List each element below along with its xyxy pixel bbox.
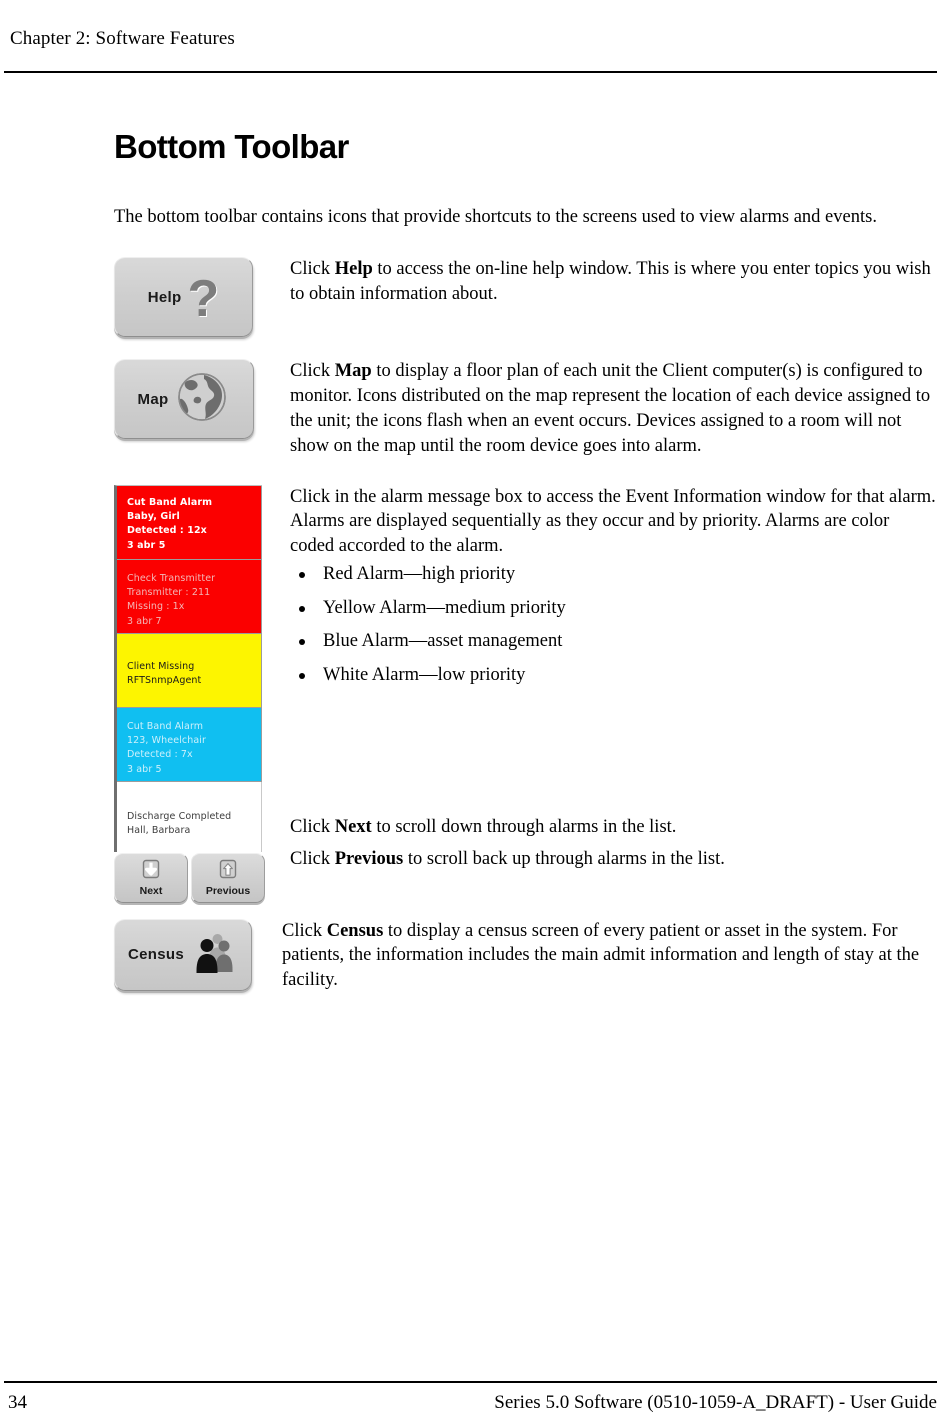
map-button[interactable]: Map <box>114 359 254 440</box>
map-description: Click Map to display a floor plan of eac… <box>290 359 938 459</box>
help-button[interactable]: Help ? <box>114 257 253 338</box>
header-divider <box>4 71 937 73</box>
help-desc-prefix: Click <box>290 259 335 280</box>
alarm-row: Cut Band Alarm Baby, Girl Detected : 12x… <box>114 484 938 903</box>
census-desc-bold: Census <box>326 920 384 941</box>
globe-icon <box>174 369 230 430</box>
chapter-label: Chapter 2: Software Features <box>10 28 235 49</box>
legend-label: Red Alarm—high priority <box>323 564 516 585</box>
alarm-line: Baby, Girl <box>127 510 180 522</box>
alarm-line: Client Missing <box>127 660 195 672</box>
alarm-figure-cell: Cut Band Alarm Baby, Girl Detected : 12x… <box>114 484 290 903</box>
next-desc-bold: Next <box>334 817 372 838</box>
alarm-message-list[interactable]: Cut Band Alarm Baby, Girl Detected : 12x… <box>114 484 262 852</box>
help-figure-cell: Help ? <box>114 257 290 338</box>
list-item: Yellow Alarm—medium priority <box>290 597 938 618</box>
arrow-up-icon <box>218 859 238 884</box>
legend-label: White Alarm—low priority <box>323 664 526 685</box>
map-figure-cell: Map <box>114 359 290 440</box>
alarm-line: Missing : 1x <box>127 601 185 613</box>
page-footer: 34 Series 5.0 Software (0510-1059-A_DRAF… <box>0 1392 941 1420</box>
arrow-down-icon <box>141 859 161 884</box>
alarm-line: Detected : 7x <box>127 749 193 761</box>
help-description: Click Help to access the on-line help wi… <box>290 257 938 307</box>
alarm-line: 3 abr 5 <box>127 539 166 551</box>
alarm-list-item[interactable]: Cut Band Alarm Baby, Girl Detected : 12x… <box>117 485 262 560</box>
census-figure-cell: Census <box>114 918 282 991</box>
next-desc-prefix: Click <box>290 817 335 838</box>
alarm-line: Check Transmitter <box>127 572 216 584</box>
census-row: Census Click Census to display a census … <box>114 918 938 994</box>
alarm-line: 3 abr 5 <box>127 763 162 775</box>
page-content: Bottom Toolbar The bottom toolbar contai… <box>114 128 938 994</box>
bullet-icon <box>299 605 305 612</box>
previous-desc-bold: Previous <box>334 849 404 870</box>
alarm-line: RFTSnmpAgent <box>127 674 202 686</box>
next-desc-rest: to scroll down through alarms in the lis… <box>371 817 677 838</box>
alarm-text-cell: Click in the alarm message box to access… <box>290 485 938 872</box>
map-row: Map Click Map to display a floor plan of… <box>114 359 938 459</box>
legend-label: Yellow Alarm—medium priority <box>323 597 566 618</box>
previous-description: Click Previous to scroll back up through… <box>290 847 938 872</box>
map-button-label: Map <box>137 390 169 408</box>
alarm-line: Cut Band Alarm <box>127 720 204 732</box>
alarm-line: Discharge Completed <box>127 810 232 822</box>
next-button-label: Next <box>139 884 163 897</box>
previous-button-label: Previous <box>205 884 251 897</box>
footer-divider <box>4 1381 937 1383</box>
next-button[interactable]: Next <box>114 852 188 903</box>
census-text-cell: Click Census to display a census screen … <box>282 919 938 994</box>
previous-desc-rest: to scroll back up through alarms in the … <box>403 849 725 870</box>
census-desc-prefix: Click <box>282 920 327 941</box>
page-header: Chapter 2: Software Features <box>0 28 941 68</box>
alarm-line: Hall, Barbara <box>127 824 191 836</box>
alarm-list-item[interactable]: Cut Band Alarm 123, Wheelchair Detected … <box>117 707 262 782</box>
list-item: White Alarm—low priority <box>290 664 938 685</box>
map-desc-bold: Map <box>334 361 372 382</box>
bullet-icon <box>299 672 305 679</box>
census-description: Click Census to display a census screen … <box>282 919 938 994</box>
alarm-list-item[interactable]: Client Missing RFTSnmpAgent <box>117 633 262 708</box>
people-icon <box>190 931 238 980</box>
census-button[interactable]: Census <box>114 918 252 991</box>
alarm-line: 123, Wheelchair <box>127 734 207 746</box>
alarm-nav-buttons: Next Previous <box>114 852 266 903</box>
help-row: Help ? Click Help to access the on-line … <box>114 257 938 338</box>
map-desc-prefix: Click <box>290 361 335 382</box>
document-reference: Series 5.0 Software (0510-1059-A_DRAFT) … <box>494 1392 937 1413</box>
help-text-cell: Click Help to access the on-line help wi… <box>290 257 938 307</box>
census-button-label: Census <box>128 946 184 964</box>
alarm-color-legend: Red Alarm—high priority Yellow Alarm—med… <box>290 565 938 684</box>
alarm-line: 3 abr 7 <box>127 615 162 627</box>
list-item: Blue Alarm—asset management <box>290 632 938 651</box>
list-item: Red Alarm—high priority <box>290 565 938 584</box>
help-desc-bold: Help <box>334 259 373 280</box>
alarm-list-item[interactable]: Check Transmitter Transmitter : 211 Miss… <box>117 559 262 634</box>
previous-button[interactable]: Previous <box>191 852 265 903</box>
bullet-icon <box>299 572 305 579</box>
alarm-line: Transmitter : 211 <box>127 586 211 598</box>
previous-desc-prefix: Click <box>290 849 335 870</box>
question-mark-icon: ? <box>187 269 220 328</box>
page-title: Bottom Toolbar <box>114 128 349 165</box>
map-desc-rest: to display a floor plan of each unit the… <box>290 361 931 456</box>
intro-paragraph: The bottom toolbar contains icons that p… <box>114 206 877 227</box>
help-button-label: Help <box>147 288 182 306</box>
alarm-line: Cut Band Alarm <box>127 496 213 508</box>
page-number: 34 <box>8 1392 27 1413</box>
legend-label: Blue Alarm—asset management <box>323 631 563 652</box>
alarm-line: Detected : 12x <box>127 525 207 537</box>
help-desc-rest: to access the on-line help window. This … <box>290 259 931 304</box>
alarm-box-description: Click in the alarm message box to access… <box>290 486 936 557</box>
bullet-icon <box>299 639 305 646</box>
next-description: Click Next to scroll down through alarms… <box>290 815 938 840</box>
alarm-list-item[interactable]: Discharge Completed Hall, Barbara <box>117 781 262 852</box>
map-text-cell: Click Map to display a floor plan of eac… <box>290 359 938 459</box>
